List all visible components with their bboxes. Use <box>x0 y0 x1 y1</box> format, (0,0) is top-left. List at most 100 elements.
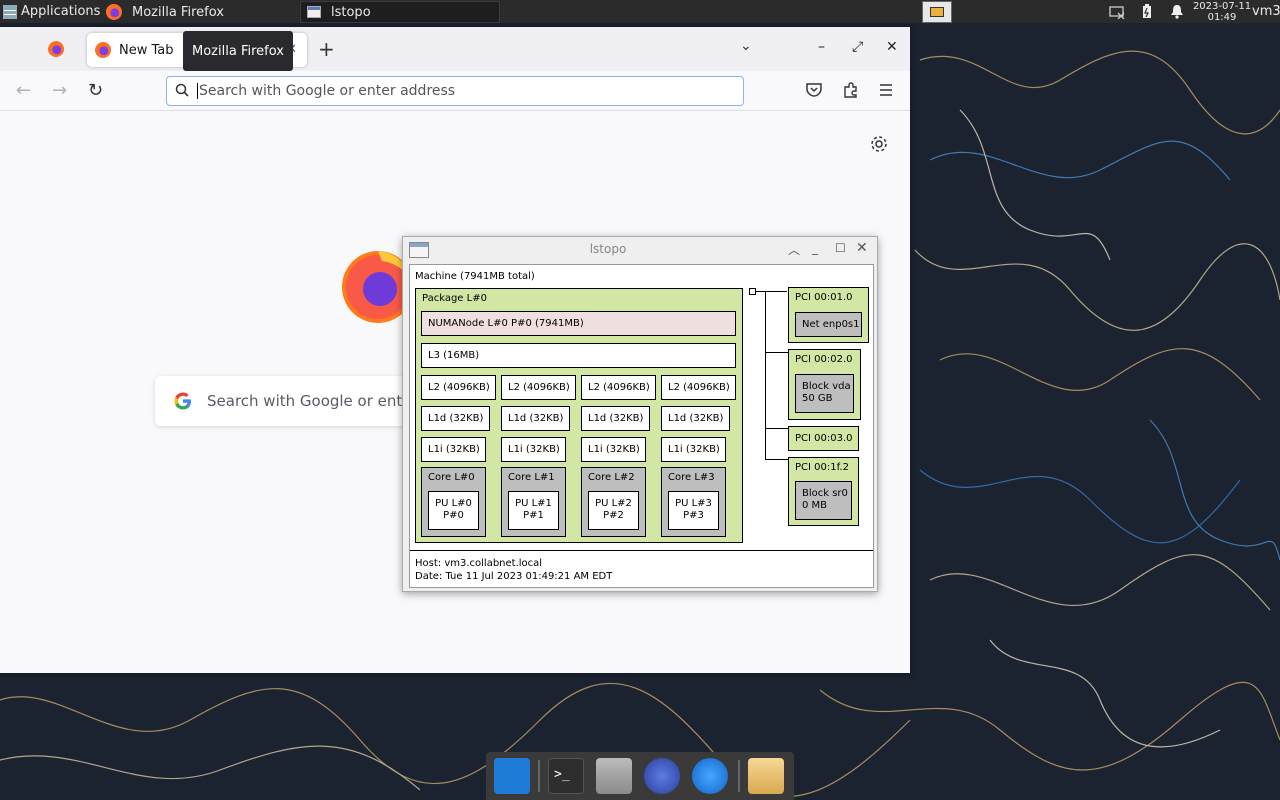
taskbar-lstopo-label: lstopo <box>331 4 371 20</box>
dock: >_ <box>486 752 794 800</box>
user-menu[interactable]: vm3 <box>1252 4 1280 19</box>
clock[interactable]: 2023-07-11 01:49 <box>1192 1 1252 23</box>
lstopo-titlebar[interactable]: lstopo ︿ _ ☐ ✕ <box>403 237 877 262</box>
roll-up-chevron-icon[interactable]: ︿ <box>788 241 800 258</box>
topology-canvas: Machine (7941MB total) Package L#0 NUMAN… <box>409 264 874 588</box>
file-manager-dock-icon[interactable] <box>596 758 632 794</box>
host-bridge-square <box>749 288 756 295</box>
pu-box: PU L#2 P#2 <box>588 491 639 530</box>
l2-cache-box: L2 (4096KB) <box>501 375 576 400</box>
back-arrow-icon[interactable]: ← <box>16 80 31 101</box>
pu-label: PU L#1 <box>515 498 552 509</box>
l1d-cache-box: L1d (32KB) <box>581 406 650 431</box>
pinned-tab-firefox-icon[interactable] <box>48 41 64 57</box>
l1d-cache-label: L1d (32KB) <box>588 413 644 424</box>
tab-tooltip: Mozilla Firefox <box>183 31 293 71</box>
list-all-tabs-chevron-icon[interactable]: ⌄ <box>740 38 752 54</box>
os-device-label: Block sr0 <box>802 488 848 499</box>
taskbar-firefox-label: Mozilla Firefox <box>132 4 224 20</box>
dock-separator <box>538 760 540 792</box>
pci-device-label: PCI 00:01.0 <box>795 292 853 303</box>
close-button[interactable]: ✕ <box>856 240 868 256</box>
reload-icon[interactable]: ↻ <box>88 80 103 101</box>
os-device-box: Block vda 50 GB <box>795 374 854 413</box>
l1i-cache-label: L1i (32KB) <box>508 444 560 455</box>
minimize-button[interactable]: _ <box>812 241 818 255</box>
core-label: Core L#1 <box>508 472 555 483</box>
window-icon <box>930 6 944 17</box>
numa-node-box: NUMANode L#0 P#0 (7941MB) <box>421 311 736 336</box>
l1i-cache-label: L1i (32KB) <box>668 444 720 455</box>
search-icon <box>175 83 189 97</box>
network-icon[interactable] <box>1102 0 1132 23</box>
l1i-cache-label: L1i (32KB) <box>428 444 480 455</box>
os-device-label: Block vda <box>802 381 851 392</box>
l2-cache-label: L2 (4096KB) <box>428 382 490 393</box>
top-panel: Applications Mozilla Firefox lstopo 2023… <box>0 0 1280 23</box>
bus-line <box>765 459 789 460</box>
bus-line <box>756 291 787 292</box>
l1i-cache-label: L1i (32KB) <box>588 444 640 455</box>
l2-cache-box: L2 (4096KB) <box>421 375 496 400</box>
l1i-cache-box: L1i (32KB) <box>581 437 646 462</box>
hamburger-menu-icon[interactable] <box>877 81 895 99</box>
os-device-box: Block sr0 0 MB <box>795 481 852 520</box>
tab-bar: New Tab ✕ Mozilla Firefox + ⌄ – ⤢ ✕ <box>0 27 910 71</box>
notifications-icon[interactable] <box>1162 0 1192 23</box>
pu-box: PU L#0 P#0 <box>428 491 479 530</box>
show-desktop-dock-icon[interactable] <box>494 758 530 794</box>
l3-cache-box: L3 (16MB) <box>421 343 736 368</box>
bus-line <box>765 352 789 353</box>
forward-arrow-icon[interactable]: → <box>52 80 67 101</box>
l2-cache-label: L2 (4096KB) <box>668 382 730 393</box>
maximize-button[interactable]: ⤢ <box>852 39 863 55</box>
close-button[interactable]: ✕ <box>886 39 898 55</box>
l1d-cache-label: L1d (32KB) <box>508 413 564 424</box>
new-tab-button[interactable]: + <box>318 37 335 61</box>
core-label: Core L#3 <box>668 472 715 483</box>
l1d-cache-label: L1d (32KB) <box>428 413 484 424</box>
applications-menu[interactable]: Applications <box>0 0 100 23</box>
l1i-cache-box: L1i (32KB) <box>421 437 486 462</box>
pci-device-box: PCI 00:03.0 <box>788 426 859 451</box>
show-desktop-button[interactable] <box>922 0 952 23</box>
os-device-size: 0 MB <box>802 500 828 511</box>
pu-label: PU L#3 <box>675 498 712 509</box>
navigation-toolbar: ← → ↻ Search with Google or enter addres… <box>0 71 910 111</box>
os-device-box: Net enp0s1 <box>795 312 862 337</box>
package-label: Package L#0 <box>422 293 487 304</box>
pci-device-label: PCI 00:1f.2 <box>795 462 849 473</box>
google-logo-icon <box>174 392 191 410</box>
host-label: Host: vm3.collabnet.local <box>415 558 543 569</box>
app-finder-search-dock-icon[interactable] <box>692 758 728 794</box>
url-bar[interactable]: Search with Google or enter address <box>166 76 744 106</box>
numa-node-label: NUMANode L#0 P#0 (7941MB) <box>428 318 584 329</box>
settings-gear-icon[interactable] <box>869 134 889 154</box>
battery-icon[interactable] <box>1132 0 1162 23</box>
l1i-cache-box: L1i (32KB) <box>661 437 726 462</box>
extensions-puzzle-icon[interactable] <box>842 81 860 99</box>
topology-footer: Host: vm3.collabnet.local Date: Tue 11 J… <box>410 550 873 587</box>
taskbar-firefox[interactable]: Mozilla Firefox <box>100 1 300 23</box>
l1d-cache-box: L1d (32KB) <box>661 406 730 431</box>
taskbar-lstopo[interactable]: lstopo <box>300 1 500 23</box>
pu-physical-index: P#0 <box>443 510 464 521</box>
maximize-button[interactable]: ☐ <box>835 241 846 255</box>
l3-cache-label: L3 (16MB) <box>428 350 480 361</box>
bus-line <box>765 291 766 459</box>
l1d-cache-box: L1d (32KB) <box>421 406 490 431</box>
home-folder-dock-icon[interactable] <box>748 758 784 794</box>
pu-physical-index: P#2 <box>603 510 624 521</box>
applications-icon <box>3 4 17 19</box>
terminal-dock-icon[interactable]: >_ <box>548 758 584 794</box>
lstopo-title: lstopo <box>589 242 627 256</box>
machine-label: Machine (7941MB total) <box>415 271 535 282</box>
minimize-button[interactable]: – <box>818 39 825 55</box>
web-browser-dock-icon[interactable] <box>644 758 680 794</box>
lstopo-window: lstopo ︿ _ ☐ ✕ Machine (7941MB total) Pa… <box>402 236 878 592</box>
pu-label: PU L#0 <box>435 498 472 509</box>
pu-box: PU L#3 P#3 <box>668 491 719 530</box>
firefox-icon <box>106 4 122 20</box>
pocket-icon[interactable] <box>805 81 823 99</box>
core-label: Core L#0 <box>428 472 475 483</box>
